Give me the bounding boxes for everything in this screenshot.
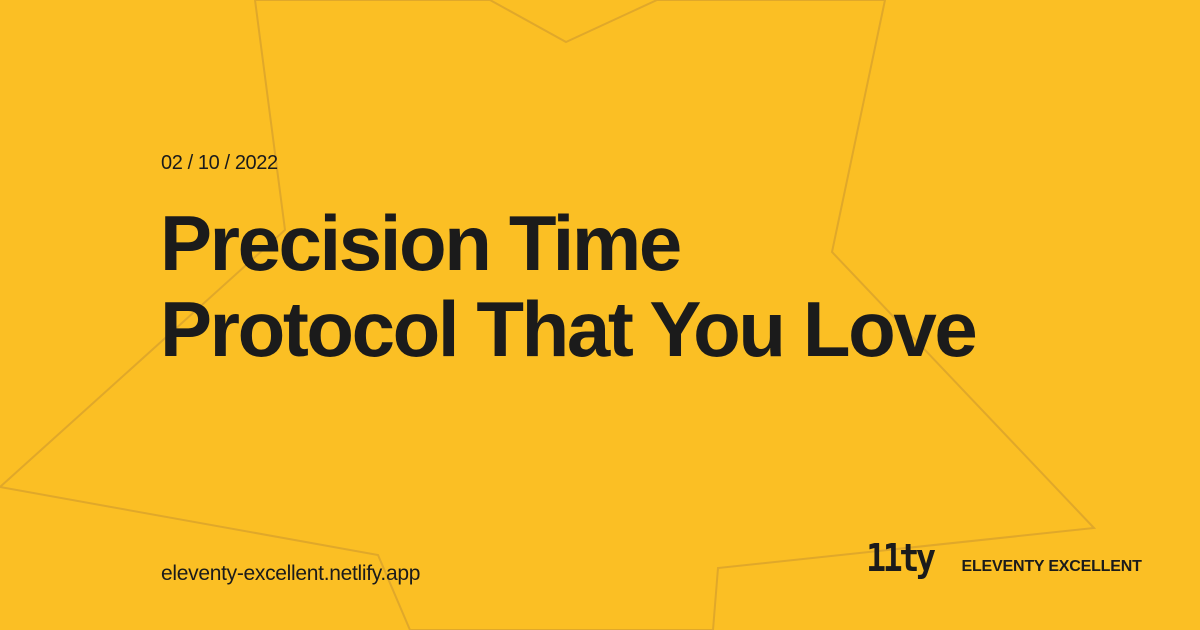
brand-block: 11ty ELEVENTY EXCELLENT (866, 536, 1142, 580)
social-card: 02 / 10 / 2022 Precision Time Protocol T… (0, 0, 1200, 630)
eleventy-logo: 11ty (866, 536, 936, 580)
post-title-line-2: Protocol That You Love (160, 285, 978, 373)
post-title-line-1: Precision Time (160, 199, 682, 287)
site-url: eleventy-excellent.netlify.app (161, 562, 421, 585)
post-date: 02 / 10 / 2022 (161, 152, 278, 174)
post-title: Precision Time Protocol That You Love (160, 200, 1080, 372)
brand-name: ELEVENTY EXCELLENT (961, 558, 1142, 575)
